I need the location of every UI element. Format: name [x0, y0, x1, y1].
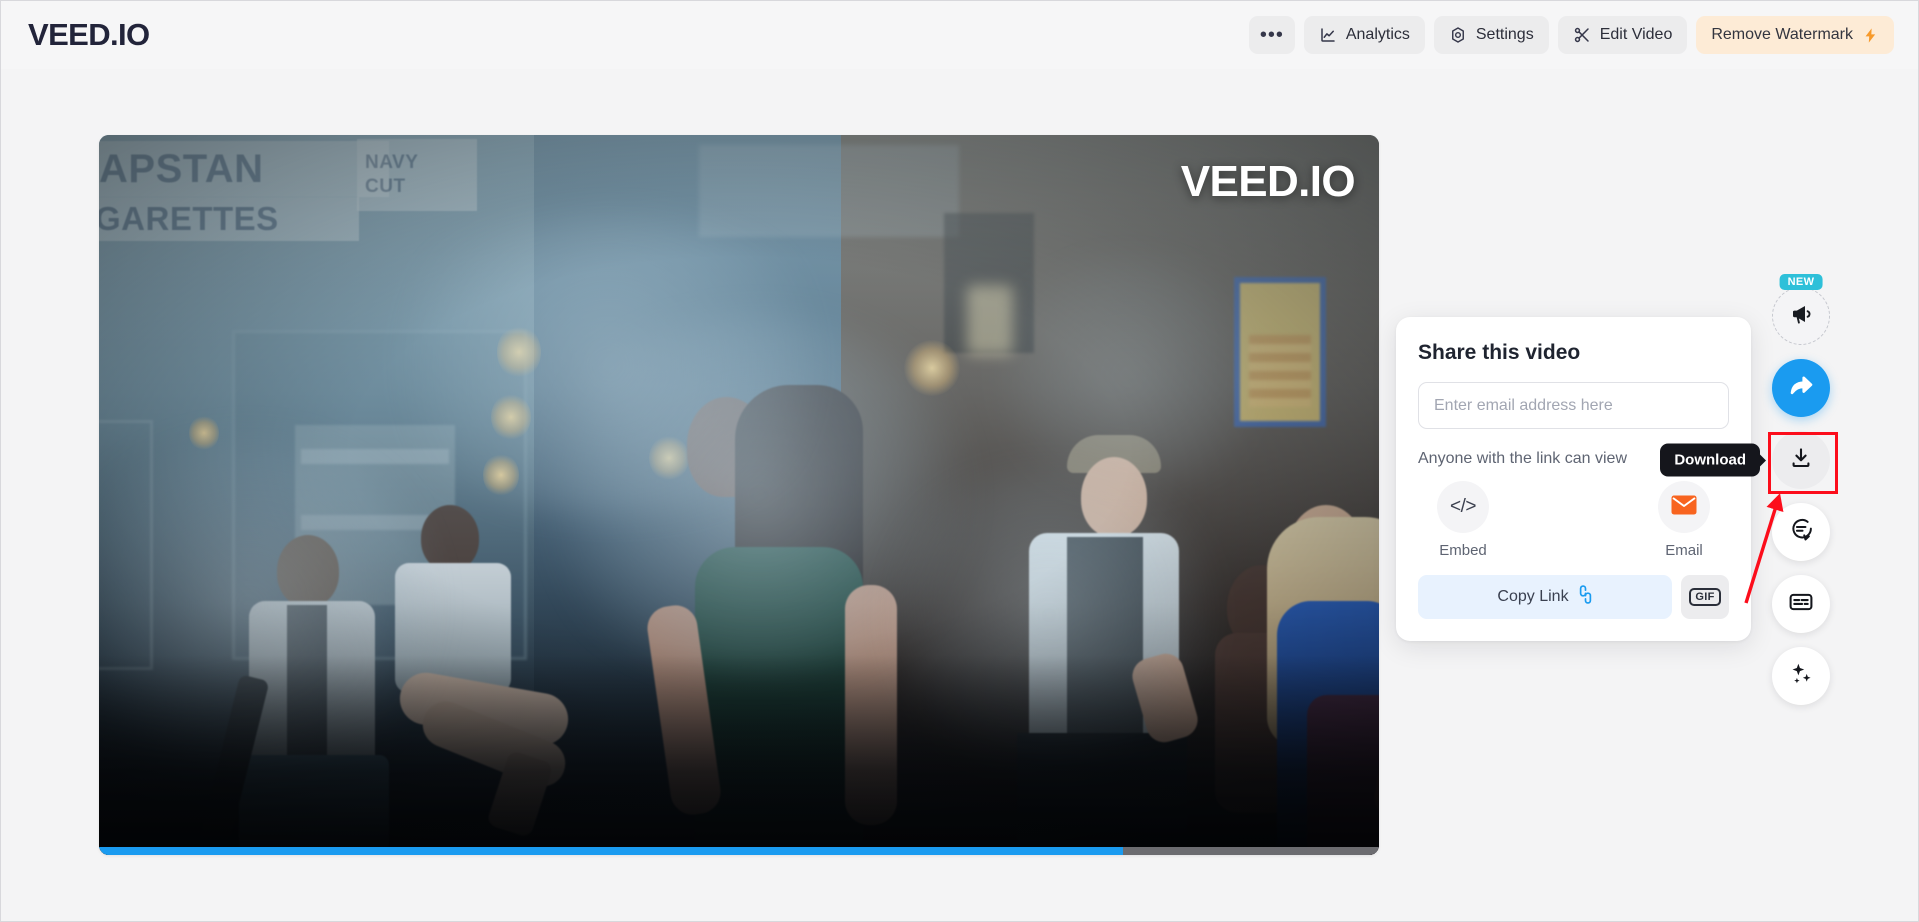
link-chain-icon: [1578, 585, 1593, 609]
rail-slot-subtitles: [1772, 575, 1830, 633]
rail-slot-share: [1772, 359, 1830, 417]
gif-icon: GIF: [1689, 588, 1721, 606]
lightning-bolt-icon: [1862, 26, 1879, 45]
analytics-button-label: Analytics: [1345, 26, 1410, 43]
edit-video-button-label: Edit Video: [1599, 26, 1673, 43]
gif-button[interactable]: GIF: [1681, 575, 1729, 619]
share-button[interactable]: [1772, 359, 1830, 417]
download-button[interactable]: [1772, 431, 1830, 489]
video-player[interactable]: APSTAN NAVY CUT GARETTES: [99, 135, 1379, 855]
share-panel: Share this video Anyone with the link ca…: [1396, 317, 1751, 641]
rail-slot-announcements: NEW: [1772, 274, 1830, 345]
subtitles-icon: [1788, 589, 1814, 620]
copy-link-row: Copy Link GIF: [1418, 575, 1729, 619]
scene-vignette: [99, 135, 1379, 855]
app-header: VEED.IO ••• Analytics Settings Edit Vide…: [1, 1, 1918, 69]
share-option-email-label: Email: [1665, 542, 1703, 559]
share-option-embed[interactable]: </> Embed: [1422, 481, 1504, 559]
tools-rail: NEW Download: [1660, 274, 1831, 705]
edit-video-button[interactable]: Edit Video: [1557, 16, 1688, 54]
veed-share-page: VEED.IO ••• Analytics Settings Edit Vide…: [0, 0, 1919, 922]
remove-watermark-label: Remove Watermark: [1711, 26, 1853, 43]
embed-code-icon: </>: [1450, 496, 1476, 517]
rail-slot-download: Download: [1660, 431, 1830, 489]
more-horizontal-icon: •••: [1259, 24, 1284, 46]
subtitles-button[interactable]: [1772, 575, 1830, 633]
video-frame: APSTAN NAVY CUT GARETTES: [99, 135, 1379, 855]
share-email-input[interactable]: [1418, 382, 1729, 429]
magic-tools-button[interactable]: [1772, 647, 1830, 705]
copy-link-button[interactable]: Copy Link: [1418, 575, 1672, 619]
comments-button[interactable]: [1772, 503, 1830, 561]
share-arrow-icon: [1788, 372, 1815, 404]
copy-link-label: Copy Link: [1497, 588, 1569, 605]
gear-icon: [1449, 26, 1467, 44]
comment-bubble-icon: [1789, 517, 1814, 547]
veed-logo[interactable]: VEED.IO: [28, 17, 150, 53]
share-panel-title: Share this video: [1418, 341, 1581, 364]
megaphone-icon: [1789, 302, 1813, 331]
embed-circle: </>: [1437, 481, 1489, 533]
settings-button-label: Settings: [1475, 26, 1534, 43]
video-progress-fill: [99, 847, 1123, 855]
rail-slot-magic: [1772, 647, 1830, 705]
new-badge: NEW: [1779, 274, 1823, 290]
share-option-email[interactable]: Email: [1643, 481, 1725, 559]
sparkles-icon: [1789, 661, 1814, 691]
email-circle: [1658, 481, 1710, 533]
remove-watermark-button[interactable]: Remove Watermark: [1696, 16, 1894, 54]
download-tooltip: Download: [1660, 443, 1760, 477]
settings-button[interactable]: Settings: [1433, 16, 1549, 54]
video-watermark: VEED.IO: [1180, 157, 1356, 206]
share-options: </> Embed Email: [1418, 481, 1729, 559]
header-actions: ••• Analytics Settings Edit Video Remove…: [1248, 16, 1894, 54]
rail-slot-comments: [1772, 503, 1830, 561]
download-icon: [1789, 446, 1813, 475]
analytics-button[interactable]: Analytics: [1303, 16, 1425, 54]
email-envelope-icon: [1671, 495, 1697, 520]
more-options-button[interactable]: •••: [1248, 16, 1295, 54]
analytics-chart-icon: [1319, 26, 1337, 44]
share-option-embed-label: Embed: [1439, 542, 1487, 559]
scissors-icon: [1573, 26, 1591, 44]
announcements-button[interactable]: [1772, 287, 1830, 345]
video-progress-bar[interactable]: [99, 847, 1379, 855]
